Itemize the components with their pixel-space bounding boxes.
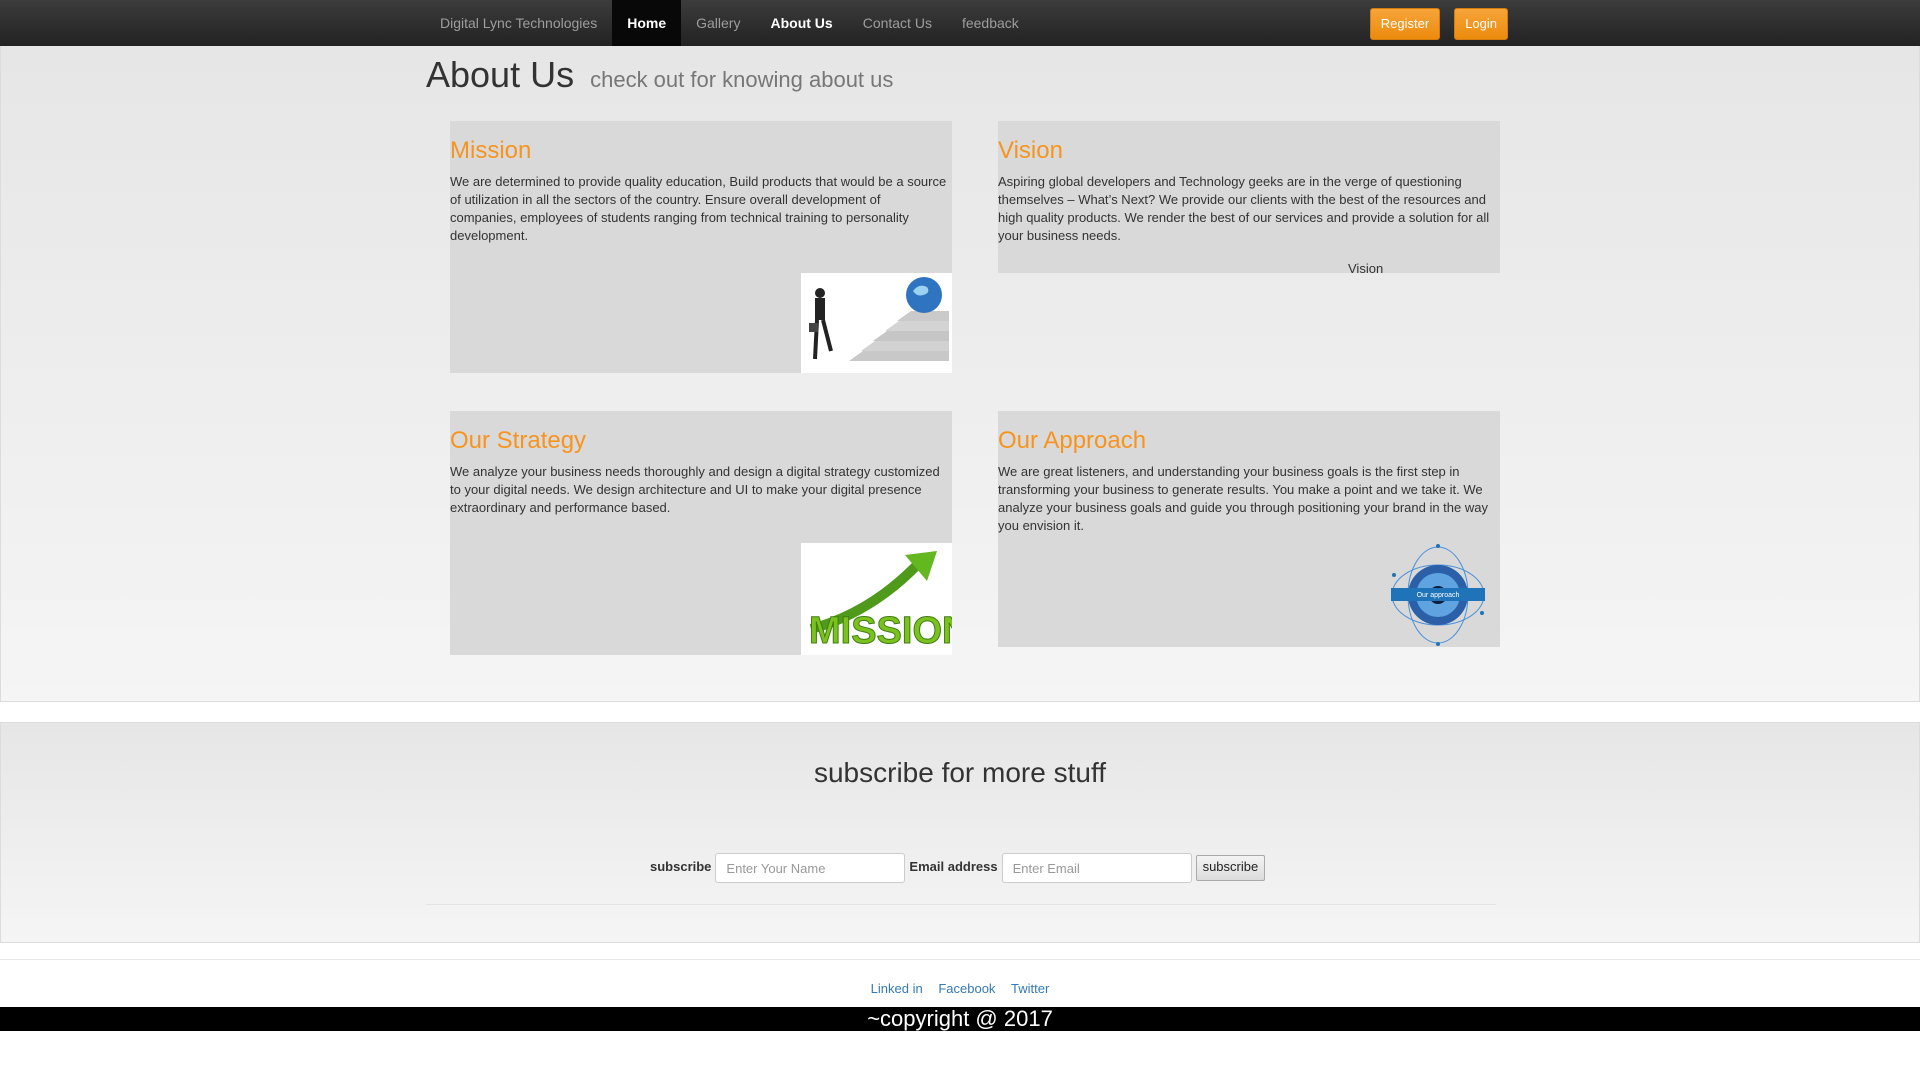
mission-card-title: Mission: [450, 137, 532, 164]
subscribe-form: subscribe Enter Your Name Email address …: [650, 852, 1266, 884]
copyright-bar: ~copyright @ 2017: [0, 1007, 1920, 1031]
approach-badge-text: Our approach: [1417, 592, 1460, 599]
about-section: About Us check out for knowing about us …: [0, 46, 1920, 702]
twitter-link[interactable]: Twitter: [1011, 981, 1049, 996]
nav-link-contact-us[interactable]: Contact Us: [848, 0, 947, 46]
approach-card-title: Our Approach: [998, 427, 1147, 454]
stairs-businessman-icon: [801, 273, 952, 373]
mission-card-text: We are determined to provide quality edu…: [450, 174, 947, 243]
register-button[interactable]: Register: [1369, 8, 1441, 40]
subscribe-divider: [426, 904, 1496, 905]
page-title-text: About Us: [426, 54, 575, 95]
strategy-card-title: Our Strategy: [450, 427, 587, 454]
strategy-card-text: We analyze your business needs thoroughl…: [450, 464, 940, 515]
nav-left: Digital Lync Technologies Home Gallery A…: [425, 0, 1034, 46]
mission-word-graphic: MISSION: [809, 610, 952, 652]
nav-link-feedback[interactable]: feedback: [947, 0, 1034, 46]
page-title: About Us check out for knowing about us: [426, 54, 893, 96]
nav-link-gallery[interactable]: Gallery: [681, 0, 755, 46]
mission-image: [801, 273, 952, 373]
strategy-image: MISSION: [801, 543, 952, 655]
approach-card: Our Approach We are great listeners, and…: [998, 411, 1500, 647]
vision-card: Vision Aspiring global developers and Te…: [998, 121, 1500, 276]
mission-card: Mission We are determined to provide qua…: [450, 121, 952, 373]
nav-link-home[interactable]: Home: [612, 0, 682, 46]
linkedin-link[interactable]: Linked in: [871, 981, 923, 996]
approach-image: Our approach: [1388, 543, 1488, 647]
nav-link-about-us[interactable]: About Us: [755, 0, 847, 46]
nav-right: Register Login: [1369, 8, 1508, 40]
facebook-link[interactable]: Facebook: [938, 981, 995, 996]
footer-social-links: Linked in Facebook Twitter: [0, 959, 1920, 1008]
brand-link[interactable]: Digital Lync Technologies: [425, 0, 612, 46]
login-button[interactable]: Login: [1454, 8, 1508, 40]
vision-card-title: Vision: [998, 137, 1063, 164]
approach-card-text: We are great listeners, and understandin…: [998, 464, 1488, 533]
eye-globe-icon: Our approach: [1391, 544, 1485, 646]
page-subtitle: check out for knowing about us: [590, 67, 894, 92]
mission-arrow-icon: MISSION: [801, 543, 952, 655]
name-label: subscribe: [650, 858, 712, 874]
subscribe-section: subscribe for more stuff subscribe Enter…: [0, 722, 1920, 943]
email-input[interactable]: Enter Email: [1001, 853, 1192, 883]
email-label: Email address: [909, 858, 998, 874]
top-navbar: Digital Lync Technologies Home Gallery A…: [0, 0, 1920, 47]
vision-image-caption: Vision: [1348, 261, 1384, 276]
name-input[interactable]: Enter Your Name: [715, 853, 906, 883]
subscribe-title: subscribe for more stuff: [813, 757, 1107, 788]
subscribe-button[interactable]: subscribe: [1195, 855, 1266, 881]
strategy-card: Our Strategy We analyze your business ne…: [450, 411, 952, 655]
vision-card-text: Aspiring global developers and Technolog…: [998, 174, 1490, 243]
